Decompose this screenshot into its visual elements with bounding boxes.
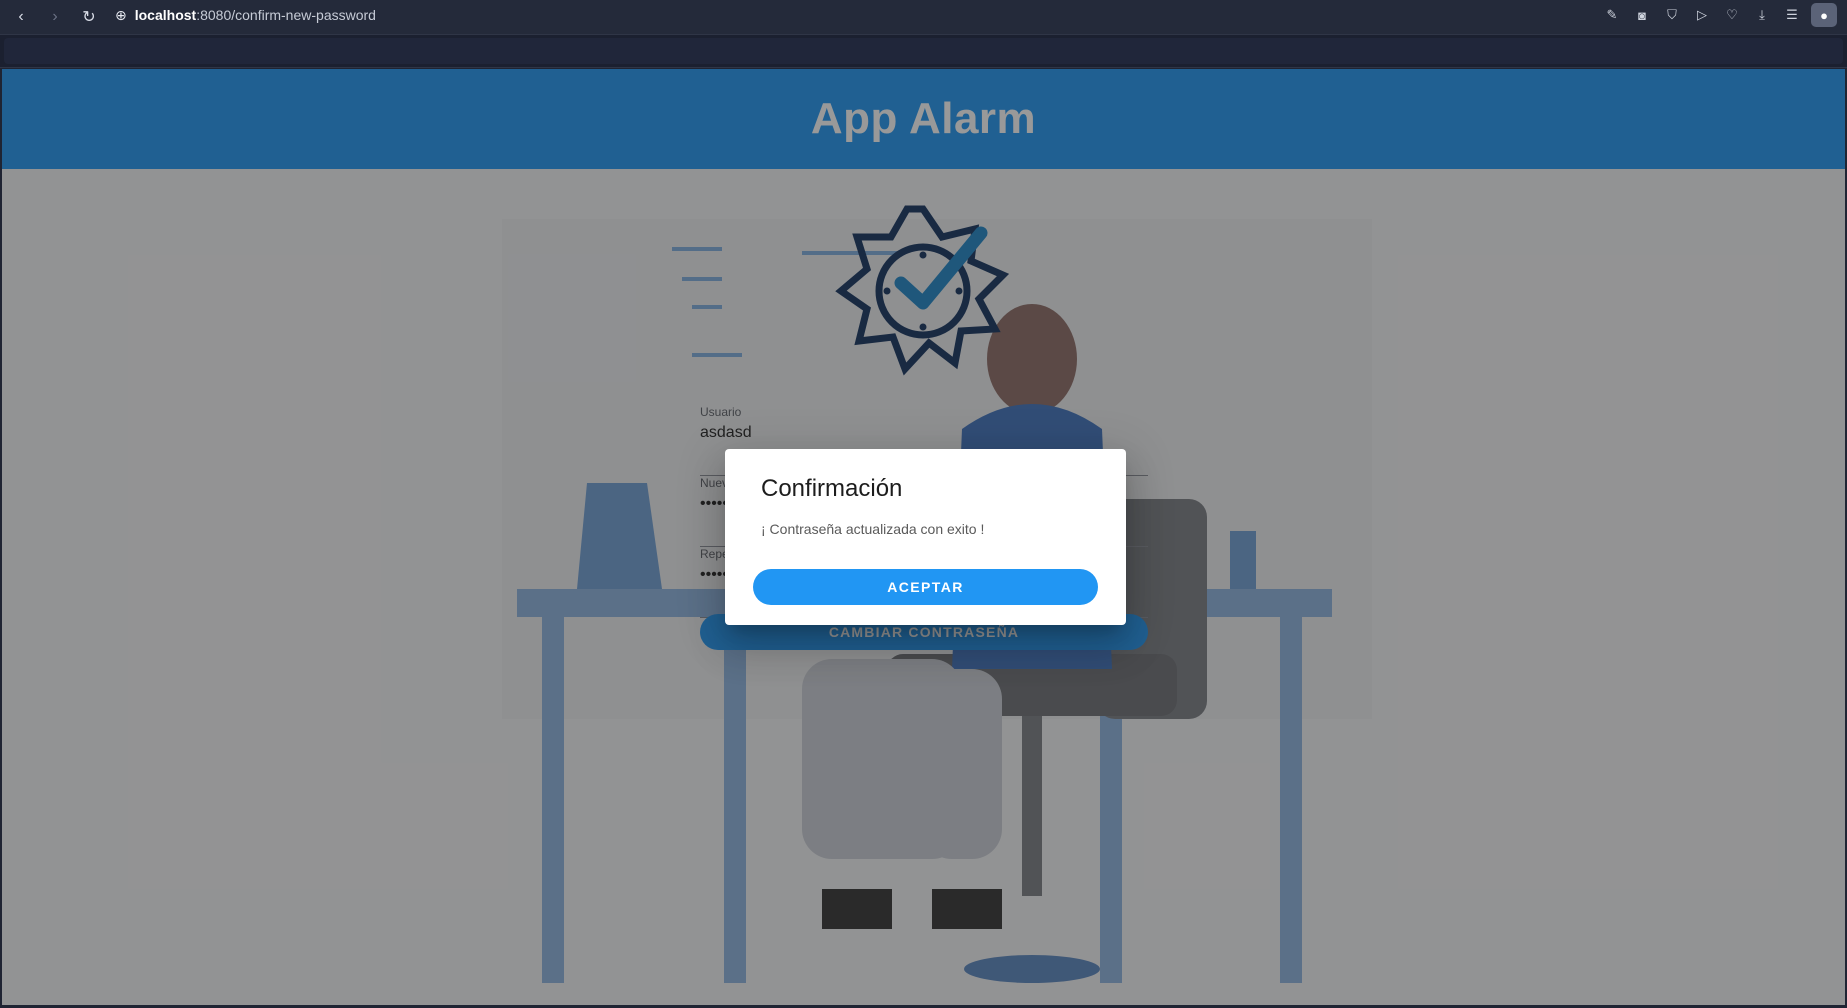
edit-icon[interactable]: ✎ bbox=[1601, 4, 1623, 26]
dialog-title: Confirmación bbox=[761, 475, 903, 502]
url-host: localhost bbox=[134, 7, 197, 23]
download-icon[interactable]: ⤓ bbox=[1751, 4, 1773, 26]
shield-icon[interactable]: ⛉ bbox=[1661, 4, 1683, 26]
camera-icon[interactable]: ◙ bbox=[1631, 4, 1653, 26]
dialog-message: ¡ Contraseña actualizada con exito ! bbox=[761, 521, 985, 537]
confirmation-dialog: Confirmación ¡ Contraseña actualizada co… bbox=[725, 449, 1126, 625]
reload-icon[interactable]: ↻ bbox=[72, 7, 106, 27]
profile-icon[interactable]: ● bbox=[1811, 3, 1837, 27]
globe-icon: ⊕ bbox=[115, 6, 127, 23]
menu-icon[interactable]: ☰ bbox=[1781, 4, 1803, 26]
play-icon[interactable]: ▷ bbox=[1691, 4, 1713, 26]
browser-toolbar: ‹ › ↻ ⊕ localhost:8080/confirm-new-passw… bbox=[0, 0, 1847, 34]
forward-icon[interactable]: › bbox=[38, 8, 72, 26]
tab-strip bbox=[0, 34, 1847, 68]
heart-icon[interactable]: ♡ bbox=[1721, 4, 1743, 26]
back-icon[interactable]: ‹ bbox=[4, 8, 38, 26]
url-path: :8080/confirm-new-password bbox=[196, 7, 376, 23]
accept-button[interactable]: ACEPTAR bbox=[753, 569, 1098, 605]
address-bar[interactable]: ⊕ localhost:8080/confirm-new-password bbox=[115, 0, 376, 30]
page: App Alarm Usuario asdasd Nueva contraseñ… bbox=[2, 69, 1845, 1005]
